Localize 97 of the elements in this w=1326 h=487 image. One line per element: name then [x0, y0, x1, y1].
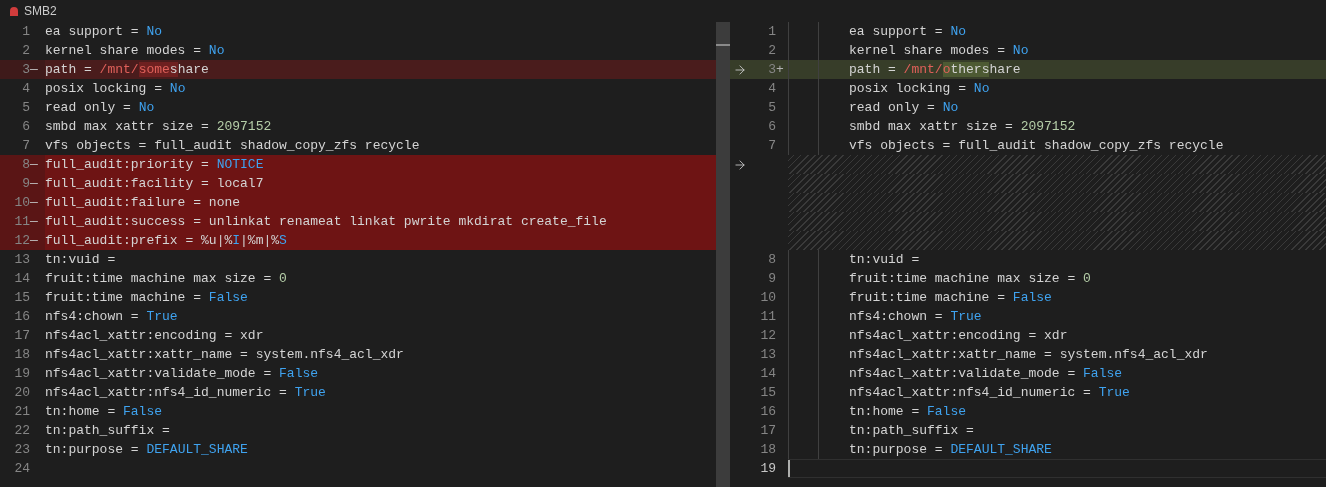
- code-line: nfs4acl_xattr:validate_mode = False: [849, 364, 1123, 383]
- code-line: full_audit:prefix = %u|%I|%m|%S: [45, 231, 287, 250]
- code-line: nfs4acl_xattr:validate_mode = False: [45, 364, 319, 383]
- code-line: full_audit:facility = local7: [45, 174, 264, 193]
- line-number: 2: [21, 41, 30, 60]
- code-line: tn:purpose = DEFAULT_SHARE: [849, 440, 1052, 459]
- code-line: full_audit:priority = NOTICE: [45, 155, 264, 174]
- line-number: 4: [767, 79, 776, 98]
- line-number: 10: [13, 193, 30, 212]
- code-line: ea support = No: [849, 22, 967, 41]
- line-number: 11: [760, 307, 776, 326]
- code-line: nfs4acl_xattr:encoding = xdr: [849, 326, 1068, 345]
- line-number: 9: [767, 269, 776, 288]
- code-line: smbd max xattr size = 2097152: [45, 117, 272, 136]
- line-number: 10: [760, 288, 776, 307]
- code-line: vfs objects = full_audit shadow_copy_zfs recycle: [45, 136, 420, 155]
- code-line: tn:purpose = DEFAULT_SHARE: [45, 440, 248, 459]
- arrow-right-icon[interactable]: [733, 62, 747, 77]
- line-number: 5: [21, 98, 30, 117]
- code-line: read only = No: [45, 98, 155, 117]
- line-number: 17: [13, 326, 30, 345]
- code-line: tn:vuid =: [45, 250, 116, 269]
- line-number: 11: [13, 212, 30, 231]
- diff-marker: —: [30, 174, 38, 193]
- code-line: nfs4:chown = True: [849, 307, 982, 326]
- arrow-right-icon[interactable]: [733, 157, 747, 172]
- code-line: tn:path_suffix =: [849, 421, 974, 440]
- line-number: 12: [760, 326, 776, 345]
- line-number: 16: [760, 402, 776, 421]
- code-line: path = /mnt/someshare: [45, 60, 209, 79]
- line-number: 6: [21, 117, 30, 136]
- code-line: nfs4acl_xattr:xattr_name = system.nfs4_acl_xdr: [45, 345, 404, 364]
- line-number: 19: [13, 364, 30, 383]
- code-line: vfs objects = full_audit shadow_copy_zfs recycle: [849, 136, 1224, 155]
- line-number: 14: [13, 269, 30, 288]
- line-number: 18: [760, 440, 776, 459]
- line-number: 15: [760, 383, 776, 402]
- code-line: read only = No: [849, 98, 959, 117]
- line-number: 7: [21, 136, 30, 155]
- diff-marker: —: [30, 231, 38, 250]
- diff-marker: —: [30, 212, 38, 231]
- code-line: nfs4acl_xattr:xattr_name = system.nfs4_acl_xdr: [849, 345, 1208, 364]
- code-line: nfs4acl_xattr:encoding = xdr: [45, 326, 264, 345]
- line-number: 13: [760, 345, 776, 364]
- code-line: tn:path_suffix =: [45, 421, 170, 440]
- line-number: 19: [760, 459, 776, 478]
- line-number: 3: [21, 60, 30, 79]
- file-title: SMB2: [24, 3, 57, 20]
- line-number: 1: [767, 22, 776, 41]
- line-number: 5: [767, 98, 776, 117]
- line-number: 12: [13, 231, 30, 250]
- line-number: 13: [13, 250, 30, 269]
- scrollbar[interactable]: [716, 22, 730, 487]
- code-line: nfs4acl_xattr:nfs4_id_numeric = True: [849, 383, 1130, 402]
- line-number: 21: [13, 402, 30, 421]
- diff-marker: —: [30, 193, 38, 212]
- code-line: nfs4:chown = True: [45, 307, 178, 326]
- line-number: 24: [13, 459, 30, 478]
- code-line: path = /mnt/othershare: [849, 60, 1021, 79]
- line-number: 8: [767, 250, 776, 269]
- line-number: 7: [767, 136, 776, 155]
- line-number: 9: [21, 174, 30, 193]
- code-line: fruit:time machine max size = 0: [849, 269, 1091, 288]
- line-number: 14: [760, 364, 776, 383]
- line-number: 3: [767, 60, 776, 79]
- code-line: ea support = No: [45, 22, 163, 41]
- code-line: posix locking = No: [849, 79, 990, 98]
- code-line: fruit:time machine max size = 0: [45, 269, 287, 288]
- code-line: nfs4acl_xattr:nfs4_id_numeric = True: [45, 383, 326, 402]
- text-cursor: [788, 460, 790, 477]
- code-line: posix locking = No: [45, 79, 186, 98]
- line-number: 20: [13, 383, 30, 402]
- code-line: full_audit:failure = none: [45, 193, 241, 212]
- line-number: 17: [760, 421, 776, 440]
- line-number: 22: [13, 421, 30, 440]
- code-line: fruit:time machine = False: [849, 288, 1052, 307]
- diff-marker: —: [30, 155, 38, 174]
- code-line: kernel share modes = No: [849, 41, 1029, 60]
- code-line: smbd max xattr size = 2097152: [849, 117, 1076, 136]
- code-line: tn:vuid =: [849, 250, 920, 269]
- diff-marker: —: [30, 60, 38, 79]
- code-line: kernel share modes = No: [45, 41, 225, 60]
- line-number: 4: [21, 79, 30, 98]
- code-line: tn:home = False: [849, 402, 967, 421]
- line-number: 8: [21, 155, 30, 174]
- code-line: tn:home = False: [45, 402, 163, 421]
- code-line: fruit:time machine = False: [45, 288, 248, 307]
- line-number: 18: [13, 345, 30, 364]
- file-icon: [8, 5, 19, 17]
- line-number: 1: [21, 22, 30, 41]
- diff-marker: +: [776, 61, 784, 77]
- line-number: 6: [767, 117, 776, 136]
- line-number: 16: [13, 307, 30, 326]
- line-number: 15: [13, 288, 30, 307]
- line-number: 2: [767, 41, 776, 60]
- line-number: 23: [13, 440, 30, 459]
- code-line: full_audit:success = unlinkat renameat linkat pwrite mkdirat create_file: [45, 212, 607, 231]
